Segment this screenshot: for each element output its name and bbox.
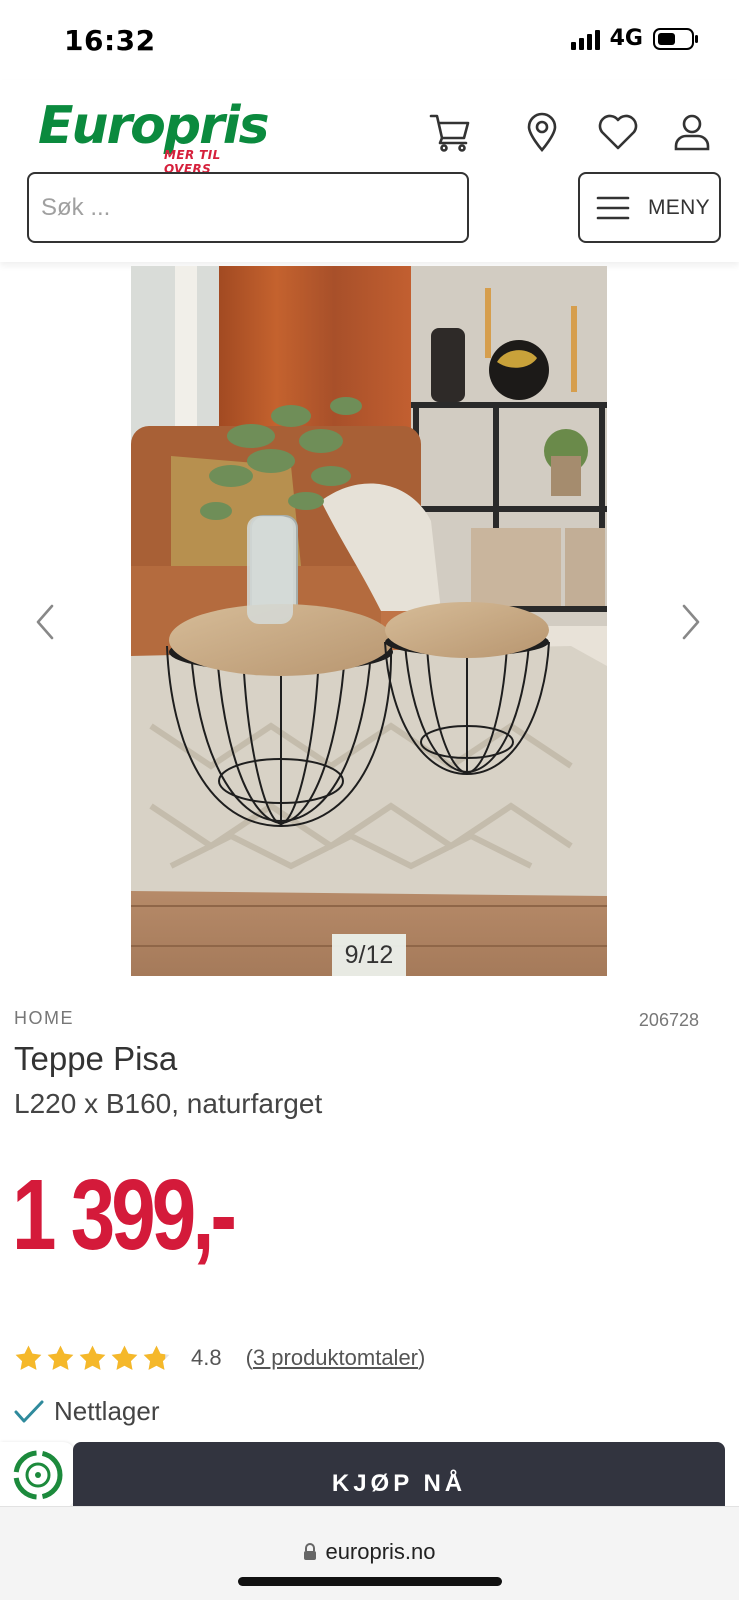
star-icon [79, 1345, 106, 1370]
star-icon [47, 1345, 74, 1370]
heart-icon[interactable] [596, 110, 640, 154]
chevron-right-icon[interactable] [676, 602, 706, 642]
europris-logo[interactable]: Europris MER TIL OVERS [38, 96, 270, 176]
url-text: europris.no [325, 1539, 436, 1564]
stock-status: Nettlager [14, 1396, 160, 1427]
image-counter: 9/12 [332, 934, 406, 976]
lock-icon [304, 1543, 317, 1560]
buy-now-label: KJØP NÅ [331, 1470, 467, 1497]
hamburger-icon [596, 196, 630, 219]
product-sku: 206728 [638, 1010, 699, 1030]
product-gallery: 9/12 [0, 262, 739, 978]
product-subtitle: L220 x B160, naturfarget [14, 1088, 323, 1119]
cart-icon[interactable] [428, 110, 472, 154]
location-pin-icon[interactable] [520, 110, 564, 154]
user-icon[interactable] [670, 110, 714, 154]
menu-button[interactable]: MENY [578, 172, 721, 243]
star-icon [15, 1345, 42, 1370]
rating-row: 4.8 (3 produktomtaler) [14, 1338, 425, 1378]
product-image[interactable] [131, 266, 607, 976]
stock-label: Nettlager [54, 1396, 160, 1426]
logo-text: Europris [38, 96, 270, 156]
product-price: 1 399,- [12, 1159, 237, 1271]
chevron-left-icon[interactable] [30, 602, 60, 642]
rating-value: 4.8 [191, 1345, 222, 1370]
product-title: Teppe Pisa [14, 1040, 178, 1077]
browser-address-bar[interactable]: europris.no [0, 1506, 739, 1600]
battery-icon [653, 27, 698, 50]
home-indicator[interactable] [238, 1577, 502, 1586]
url-display[interactable]: europris.no [0, 1539, 739, 1565]
reviews-link[interactable]: (3 produktomtaler) [246, 1345, 426, 1371]
signal-icon [570, 28, 600, 50]
status-bar: 16:32 4G [0, 0, 739, 80]
star-icon [111, 1345, 138, 1370]
search-input[interactable] [29, 174, 467, 241]
status-indicators: 4G [570, 26, 699, 51]
star-icon [143, 1345, 170, 1370]
status-time: 16:32 [64, 24, 156, 57]
network-label: 4G [609, 26, 643, 51]
menu-label: MENY [648, 195, 710, 219]
rating-stars [14, 1344, 171, 1372]
search-box[interactable] [27, 172, 469, 243]
site-header: Europris MER TIL OVERS Søk ... MENY [0, 80, 739, 262]
eco-badge[interactable] [0, 1442, 75, 1508]
product-brand[interactable]: HOME [14, 1008, 74, 1029]
recycle-icon [13, 1450, 62, 1500]
checkmark-icon [14, 1400, 44, 1422]
